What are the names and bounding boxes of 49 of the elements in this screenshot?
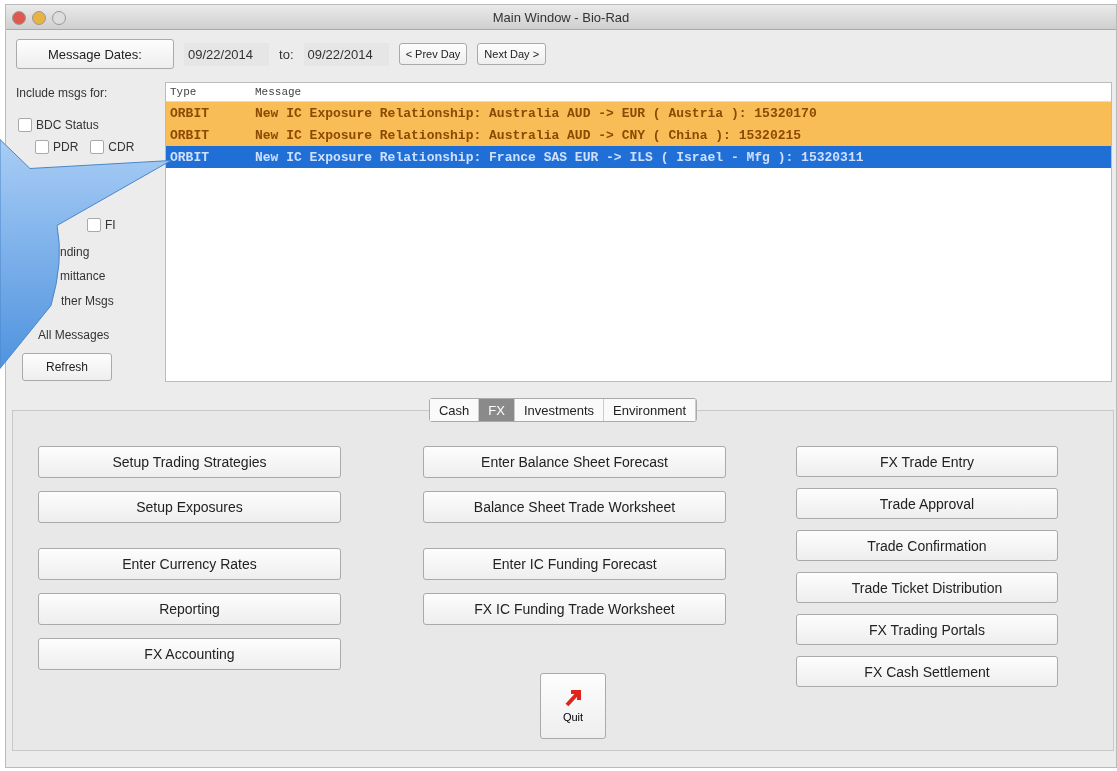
- action-button[interactable]: Trade Ticket Distribution: [796, 572, 1058, 603]
- filter-label: FI: [105, 218, 116, 232]
- arrow-icon: [564, 689, 582, 707]
- action-button[interactable]: Setup Exposures: [38, 491, 341, 523]
- zoom-button[interactable]: [52, 11, 66, 25]
- close-button[interactable]: [12, 11, 26, 25]
- tab[interactable]: Investments: [514, 399, 605, 421]
- checkbox[interactable]: [90, 140, 105, 154]
- action-button[interactable]: Enter IC Funding Forecast: [423, 548, 726, 580]
- action-button[interactable]: Enter Currency Rates: [38, 548, 341, 580]
- message-row[interactable]: ORBIT New IC Exposure Relationship: Australia AUD -> CNY ( China ): 15320215: [166, 124, 1111, 146]
- message-row[interactable]: ORBIT New IC Exposure Relationship: Australia AUD -> EUR ( Austria ): 15320170: [166, 102, 1111, 124]
- filter-label: CDR: [108, 140, 135, 154]
- action-button[interactable]: Balance Sheet Trade Worksheet: [423, 491, 726, 523]
- to-date-field[interactable]: 09/22/2014: [303, 42, 389, 66]
- column-header: Message: [255, 86, 302, 98]
- action-button[interactable]: Trade Confirmation: [796, 530, 1058, 561]
- action-button[interactable]: Reporting: [38, 593, 341, 625]
- day-nav-button[interactable]: Next Day >: [477, 43, 547, 65]
- action-button[interactable]: FX Accounting: [38, 638, 341, 670]
- action-button[interactable]: Setup Trading Strategies: [38, 446, 341, 478]
- action-button[interactable]: FX Cash Settlement: [796, 656, 1058, 687]
- day-nav-button[interactable]: < Prev Day: [398, 43, 468, 65]
- filter-label: BDC Status: [36, 118, 99, 132]
- action-button[interactable]: FX Trading Portals: [796, 614, 1058, 645]
- message-dates-button[interactable]: Message Dates:: [16, 39, 174, 69]
- action-button[interactable]: FX Trade Entry: [796, 446, 1058, 477]
- checkbox[interactable]: [87, 218, 101, 232]
- filter-label: mittance: [60, 269, 106, 283]
- action-button[interactable]: Enter Balance Sheet Forecast: [423, 446, 726, 478]
- checkbox[interactable]: [35, 140, 49, 154]
- minimize-button[interactable]: [32, 11, 46, 25]
- tab[interactable]: Environment: [604, 399, 697, 421]
- to-label: to:: [279, 46, 294, 62]
- filter-label: PDR: [53, 140, 79, 154]
- action-button[interactable]: FX IC Funding Trade Worksheet: [423, 593, 726, 625]
- filter-label: All Messages: [38, 328, 110, 342]
- action-button[interactable]: Trade Approval: [796, 488, 1058, 519]
- window-title: Main Window - Bio-Rad: [492, 9, 630, 25]
- column-header: Type: [169, 86, 198, 98]
- tab[interactable]: Cash: [429, 399, 480, 421]
- refresh-button[interactable]: Refresh: [22, 353, 112, 381]
- filter-title: Include msgs for:: [16, 86, 108, 100]
- message-row[interactable]: ORBIT New IC Exposure Relationship: France SAS EUR -> ILS ( Israel - Mfg ): 15320311: [166, 146, 1111, 168]
- filter-label: nding: [60, 245, 90, 259]
- checkbox[interactable]: [18, 118, 32, 132]
- filter-label: ther Msgs: [61, 294, 114, 308]
- from-date-field[interactable]: 09/22/2014: [184, 42, 270, 66]
- quit-button[interactable]: Quit: [540, 673, 606, 739]
